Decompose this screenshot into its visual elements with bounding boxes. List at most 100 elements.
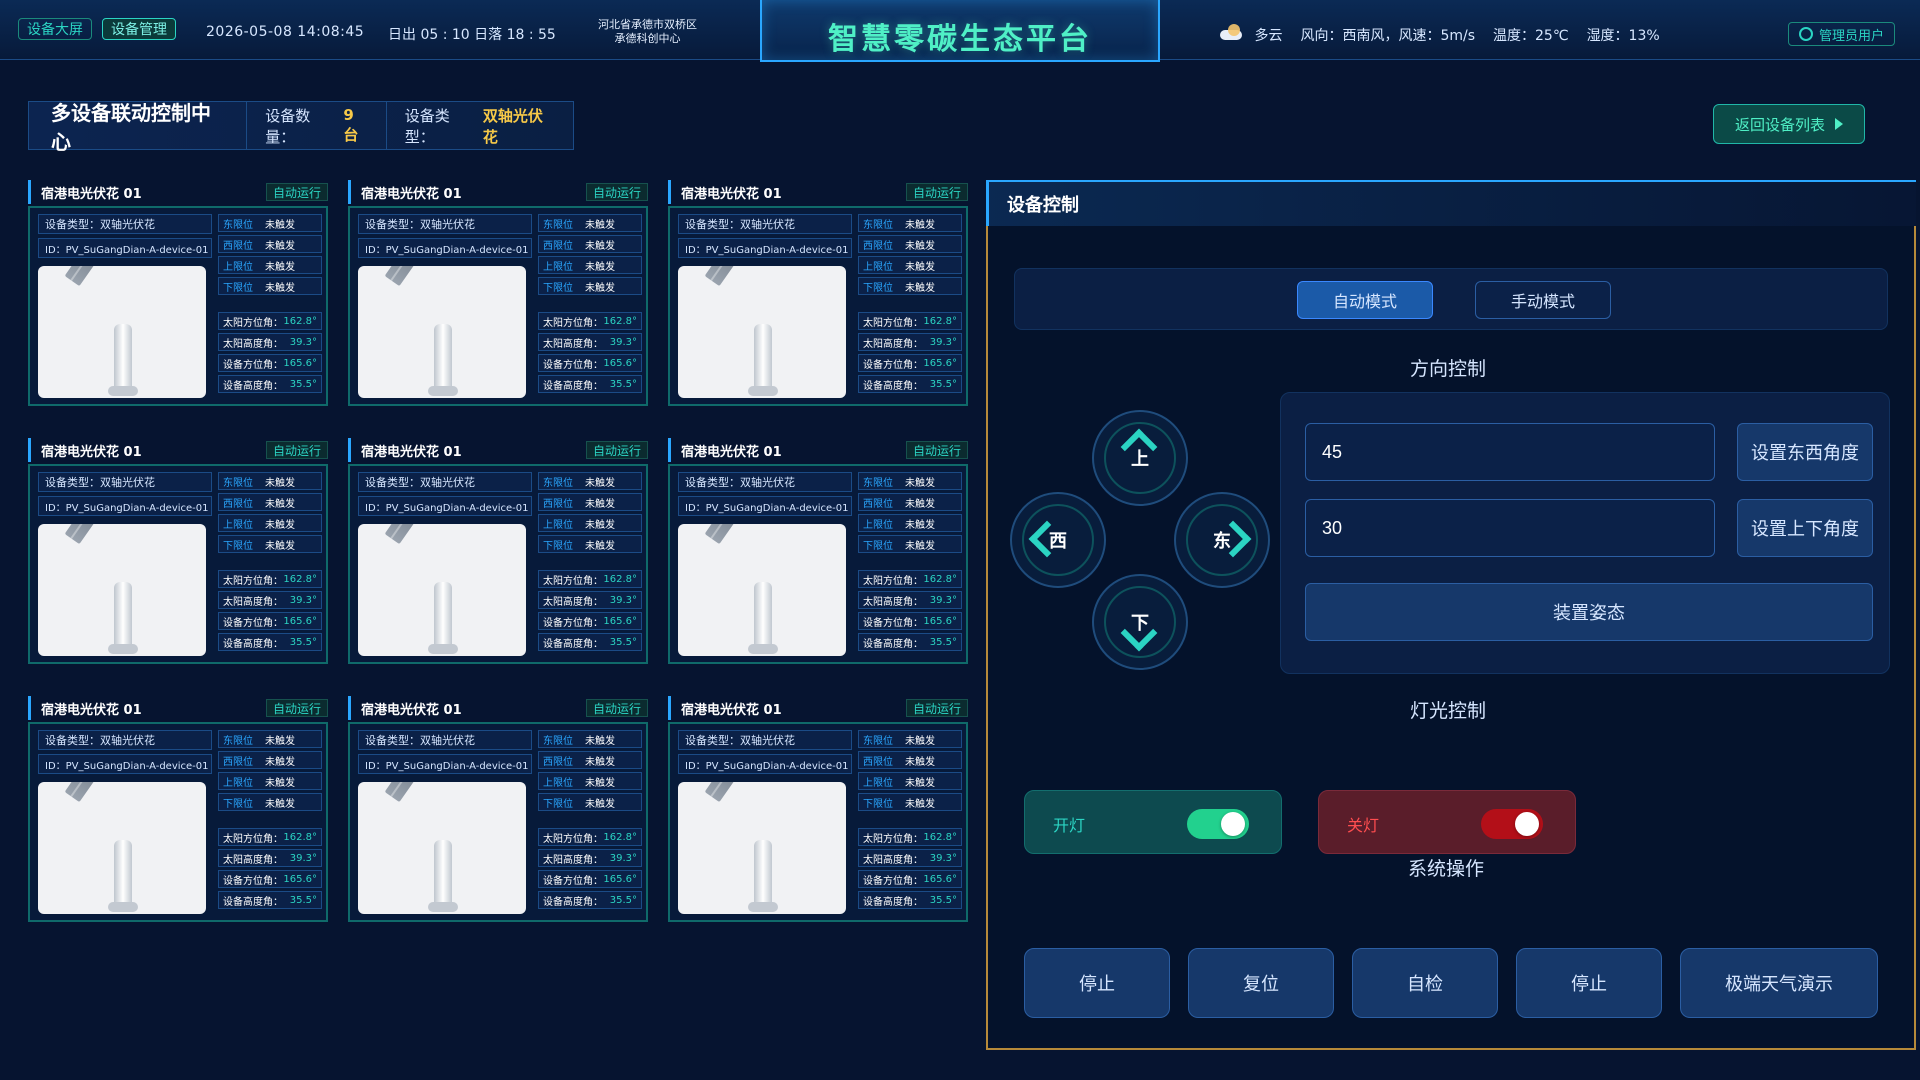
manual-mode-button[interactable]: 手动模式 xyxy=(1475,281,1611,319)
limit-west-label: 西限位 xyxy=(223,498,253,510)
metric-device-elevation: 设备高度角： 35.5° xyxy=(538,375,642,393)
metric-sun-azimuth-value: 162.8° xyxy=(923,831,957,843)
limit-west: 西限位 未触发 xyxy=(858,751,962,769)
metric-sun-azimuth-label: 太阳方位角： xyxy=(863,575,923,587)
down-button[interactable]: 下 xyxy=(1092,574,1188,670)
metric-device-elevation: 设备高度角： 35.5° xyxy=(858,891,962,909)
device-card-header: 宿港电光伏花 01 自动运行 xyxy=(668,180,968,204)
set-east-west-angle-button[interactable]: 设置东西角度 xyxy=(1737,423,1873,481)
device-card[interactable]: 宿港电光伏花 01 自动运行 设备类型：双轴光伏花 ID：PV_SuGangDi… xyxy=(668,696,968,926)
limit-up-label: 上限位 xyxy=(543,777,573,789)
up-down-angle-input[interactable] xyxy=(1305,499,1715,557)
extreme-weather-demo-button[interactable]: 极端天气演示 xyxy=(1680,948,1878,1018)
limit-east-value: 未触发 xyxy=(585,477,615,489)
metric-sun-azimuth-label: 太阳方位角： xyxy=(863,833,923,845)
metric-sun-azimuth-label: 太阳方位角： xyxy=(223,317,283,329)
limit-switch-list: 东限位 未触发 西限位 未触发 上限位 未触发 下限位 未触发 xyxy=(218,472,322,556)
device-card[interactable]: 宿港电光伏花 01 自动运行 设备类型：双轴光伏花 ID：PV_SuGangDi… xyxy=(668,180,968,410)
metric-sun-elevation: 太阳高度角： 39.3° xyxy=(218,333,322,351)
metric-device-azimuth-label: 设备方位角： xyxy=(223,359,283,371)
device-card-body: 设备类型：双轴光伏花 ID：PV_SuGangDian-A-device-01 … xyxy=(28,206,328,406)
device-status: 自动运行 xyxy=(585,699,648,717)
device-type: 设备类型：双轴光伏花 xyxy=(678,472,852,492)
up-button[interactable]: 上 xyxy=(1092,410,1188,506)
metric-device-azimuth-value: 165.6° xyxy=(603,357,637,369)
device-card[interactable]: 宿港电光伏花 01 自动运行 设备类型：双轴光伏花 ID：PV_SuGangDi… xyxy=(348,180,648,410)
stop-button-1[interactable]: 停止 xyxy=(1024,948,1170,1018)
device-image xyxy=(358,524,526,656)
limit-down-label: 下限位 xyxy=(543,540,573,552)
light-off-card[interactable]: 关灯 xyxy=(1318,790,1576,854)
metric-device-azimuth: 设备方位角： 165.6° xyxy=(858,612,962,630)
limit-down-value: 未触发 xyxy=(585,798,615,810)
metric-sun-elevation-label: 太阳高度角： xyxy=(223,596,283,608)
device-card[interactable]: 宿港电光伏花 01 自动运行 设备类型：双轴光伏花 ID：PV_SuGangDi… xyxy=(28,438,328,668)
device-grid: 宿港电光伏花 01 自动运行 设备类型：双轴光伏花 ID：PV_SuGangDi… xyxy=(28,180,968,940)
device-id: ID：PV_SuGangDian-A-device-01 xyxy=(38,238,212,258)
device-card[interactable]: 宿港电光伏花 01 自动运行 设备类型：双轴光伏花 ID：PV_SuGangDi… xyxy=(28,696,328,926)
device-card-body: 设备类型：双轴光伏花 ID：PV_SuGangDian-A-device-01 … xyxy=(668,206,968,406)
limit-west: 西限位 未触发 xyxy=(218,493,322,511)
device-pose-button[interactable]: 装置姿态 xyxy=(1305,583,1873,641)
metric-device-elevation-label: 设备高度角： xyxy=(543,638,603,650)
limit-up-label: 上限位 xyxy=(223,777,253,789)
east-west-angle-input[interactable] xyxy=(1305,423,1715,481)
user-menu[interactable]: 管理员用户 xyxy=(1788,22,1896,46)
metric-sun-elevation-label: 太阳高度角： xyxy=(543,596,603,608)
light-off-toggle[interactable] xyxy=(1481,809,1543,839)
limit-down-label: 下限位 xyxy=(543,798,573,810)
limit-east: 东限位 未触发 xyxy=(218,730,322,748)
auto-mode-button[interactable]: 自动模式 xyxy=(1297,281,1433,319)
solar-panel-shape xyxy=(384,266,463,287)
set-up-down-angle-button[interactable]: 设置上下角度 xyxy=(1737,499,1873,557)
metric-sun-azimuth-value: 162.8° xyxy=(283,315,317,327)
light-on-toggle[interactable] xyxy=(1187,809,1249,839)
limit-east: 东限位 未触发 xyxy=(538,730,642,748)
limit-west: 西限位 未触发 xyxy=(858,235,962,253)
metric-sun-elevation: 太阳高度角： 39.3° xyxy=(218,591,322,609)
nav-screen[interactable]: 设备大屏 xyxy=(18,18,92,40)
device-status: 自动运行 xyxy=(585,441,648,459)
limit-west-value: 未触发 xyxy=(585,498,615,510)
limit-down-label: 下限位 xyxy=(863,540,893,552)
metric-device-elevation-label: 设备高度角： xyxy=(223,896,283,908)
metric-sun-elevation-value: 39.3° xyxy=(289,336,317,348)
metric-sun-elevation-label: 太阳高度角： xyxy=(543,338,603,350)
light-on-card[interactable]: 开灯 xyxy=(1024,790,1282,854)
nav-manage[interactable]: 设备管理 xyxy=(102,18,176,40)
solar-panel-shape xyxy=(64,782,143,803)
device-card[interactable]: 宿港电光伏花 01 自动运行 设备类型：双轴光伏花 ID：PV_SuGangDi… xyxy=(668,438,968,668)
limit-west-value: 未触发 xyxy=(905,498,935,510)
self-check-button[interactable]: 自检 xyxy=(1352,948,1498,1018)
reset-button[interactable]: 复位 xyxy=(1188,948,1334,1018)
angle-metrics: 太阳方位角： 162.8° 太阳高度角： 39.3° 设备方位角： 165.6° 设备… xyxy=(858,570,962,654)
metric-device-azimuth-label: 设备方位角： xyxy=(543,617,603,629)
stop-button-2[interactable]: 停止 xyxy=(1516,948,1662,1018)
limit-west: 西限位 未触发 xyxy=(538,235,642,253)
metric-device-azimuth: 设备方位角： 165.6° xyxy=(858,354,962,372)
metric-device-azimuth: 设备方位角： 165.6° xyxy=(218,354,322,372)
device-card-body: 设备类型：双轴光伏花 ID：PV_SuGangDian-A-device-01 … xyxy=(668,464,968,664)
angle-metrics: 太阳方位角： 162.8° 太阳高度角： 39.3° 设备方位角： 165.6° 设备… xyxy=(858,828,962,912)
device-card[interactable]: 宿港电光伏花 01 自动运行 设备类型：双轴光伏花 ID：PV_SuGangDi… xyxy=(348,438,648,668)
base-shape xyxy=(748,386,778,396)
support-pole-shape xyxy=(754,582,772,652)
device-card[interactable]: 宿港电光伏花 01 自动运行 设备类型：双轴光伏花 ID：PV_SuGangDi… xyxy=(28,180,328,410)
back-to-list-button[interactable]: 返回设备列表 xyxy=(1713,104,1865,144)
device-status: 自动运行 xyxy=(265,699,328,717)
metric-sun-azimuth: 太阳方位角： 162.8° xyxy=(538,828,642,846)
limit-switch-list: 东限位 未触发 西限位 未触发 上限位 未触发 下限位 未触发 xyxy=(218,214,322,298)
limit-west-value: 未触发 xyxy=(585,240,615,252)
limit-down-label: 下限位 xyxy=(223,540,253,552)
device-image xyxy=(38,266,206,398)
device-control-body: 自动模式 手动模式 方向控制 上 西 东 下 设置东西角度 xyxy=(986,226,1916,1050)
device-card[interactable]: 宿港电光伏花 01 自动运行 设备类型：双轴光伏花 ID：PV_SuGangDi… xyxy=(348,696,648,926)
metric-sun-elevation: 太阳高度角： 39.3° xyxy=(858,849,962,867)
metric-sun-azimuth: 太阳方位角： 162.8° xyxy=(218,312,322,330)
limit-up-value: 未触发 xyxy=(905,261,935,273)
east-button[interactable]: 东 xyxy=(1174,492,1270,588)
solar-panel-shape xyxy=(704,524,783,545)
metric-sun-elevation: 太阳高度角： 39.3° xyxy=(858,591,962,609)
limit-west-label: 西限位 xyxy=(223,240,253,252)
west-button[interactable]: 西 xyxy=(1010,492,1106,588)
